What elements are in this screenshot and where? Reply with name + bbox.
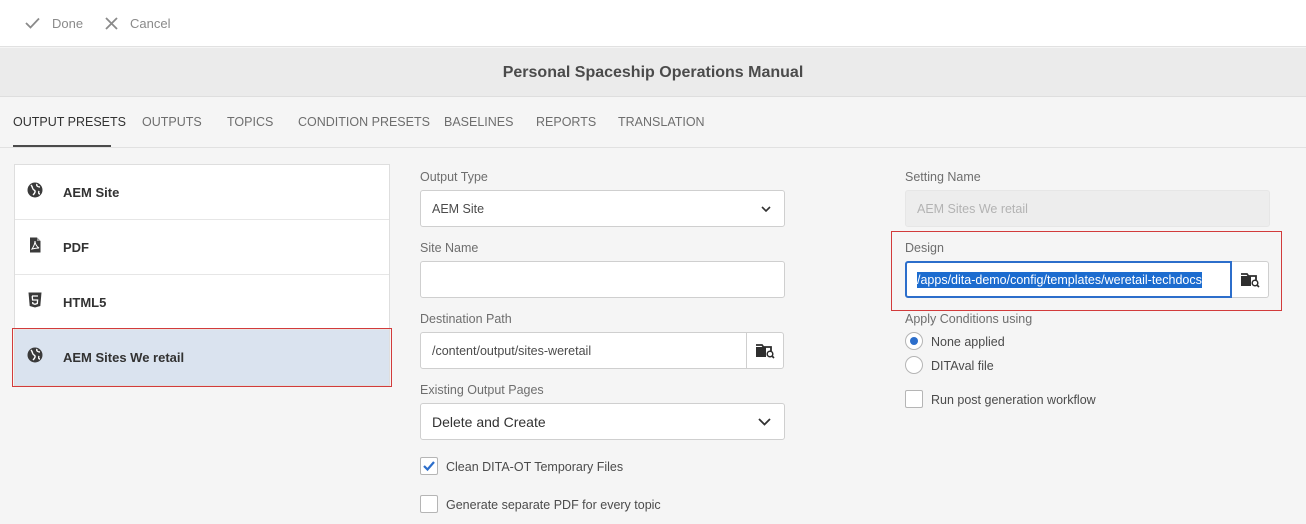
separate-pdf-checkbox[interactable] [420, 495, 438, 513]
tab-topics[interactable]: TOPICS [227, 115, 273, 129]
existing-pages-select[interactable]: Delete and Create [420, 403, 785, 440]
cancel-label: Cancel [130, 15, 171, 31]
chevron-down-icon [758, 417, 771, 426]
site-name-label: Site Name [420, 241, 479, 255]
preset-item-aem-site[interactable]: AEM Site [15, 165, 389, 220]
chevron-down-icon [761, 205, 771, 212]
pdf-file-icon [30, 237, 41, 253]
output-type-label: Output Type [420, 170, 488, 184]
preset-label: AEM Site [63, 184, 120, 200]
globe-icon [27, 182, 43, 198]
existing-pages-value: Delete and Create [432, 413, 546, 430]
design-browse-button[interactable] [1232, 261, 1269, 298]
tab-reports[interactable]: REPORTS [536, 115, 596, 129]
action-bar: Done Cancel [0, 0, 1306, 47]
folder-search-icon [1241, 272, 1260, 288]
destination-browse-button[interactable] [747, 332, 784, 369]
preset-item-html5[interactable]: HTML5 [15, 275, 389, 330]
radio-none-applied-label: None applied [931, 335, 1005, 349]
tab-translation[interactable]: TRANSLATION [618, 115, 705, 129]
folder-search-icon [756, 343, 775, 359]
clean-temp-checkbox[interactable] [420, 457, 438, 475]
tab-baselines[interactable]: BASELINES [444, 115, 513, 129]
selected-preset-highlight [12, 328, 392, 387]
checkmark-icon [423, 461, 435, 472]
radio-ditaval-file[interactable] [905, 356, 923, 374]
setting-name-value: AEM Sites We retail [917, 201, 1028, 216]
close-icon [105, 16, 118, 30]
radio-ditaval-file-label: DITAval file [931, 359, 994, 373]
preset-item-pdf[interactable]: PDF [15, 220, 389, 275]
design-label: Design [905, 241, 944, 255]
setting-name-input: AEM Sites We retail [905, 190, 1270, 227]
tab-output-presets[interactable]: OUTPUT PRESETS [13, 115, 126, 129]
tab-outputs[interactable]: OUTPUTS [142, 115, 202, 129]
design-value: /apps/dita-demo/config/templates/weretai… [917, 271, 1202, 288]
done-label: Done [52, 15, 84, 31]
preset-label: PDF [63, 239, 89, 255]
destination-path-input[interactable]: /content/output/sites-weretail [420, 332, 747, 369]
output-type-value: AEM Site [432, 201, 485, 216]
tab-bar: OUTPUT PRESETS OUTPUTS TOPICS CONDITION … [0, 98, 1306, 148]
radio-none-applied[interactable] [905, 332, 923, 350]
page-title: Personal Spaceship Operations Manual [0, 48, 1306, 97]
apply-conditions-label: Apply Conditions using [905, 312, 1033, 326]
existing-pages-label: Existing Output Pages [420, 383, 544, 397]
tab-condition-presets[interactable]: CONDITION PRESETS [298, 115, 430, 129]
checkmark-icon [25, 17, 40, 29]
preset-label: HTML5 [63, 294, 107, 310]
post-workflow-label: Run post generation workflow [931, 393, 1096, 407]
setting-name-label: Setting Name [905, 170, 981, 184]
done-button[interactable]: Done [25, 14, 83, 32]
design-input[interactable]: /apps/dita-demo/config/templates/weretai… [905, 261, 1232, 298]
site-name-input[interactable] [420, 261, 785, 298]
cancel-button[interactable]: Cancel [105, 14, 170, 32]
destination-path-value: /content/output/sites-weretail [432, 343, 592, 358]
separate-pdf-label: Generate separate PDF for every topic [446, 498, 661, 512]
output-type-select[interactable]: AEM Site [420, 190, 785, 227]
html5-icon [28, 292, 42, 308]
clean-temp-label: Clean DITA-OT Temporary Files [446, 460, 624, 474]
destination-path-label: Destination Path [420, 312, 512, 326]
post-workflow-checkbox[interactable] [905, 390, 923, 408]
active-tab-indicator [13, 145, 111, 147]
